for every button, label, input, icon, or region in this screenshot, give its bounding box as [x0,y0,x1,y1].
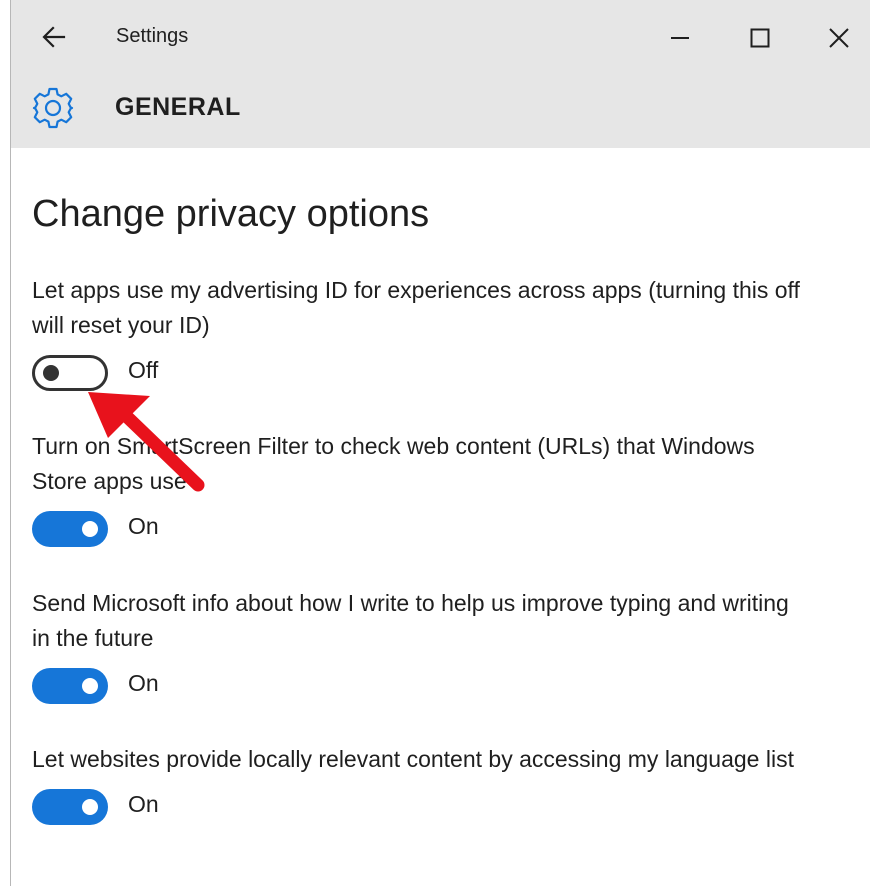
toggle-knob [43,365,59,381]
settings-window: Settings GENERAL Change privacy options … [0,0,870,886]
minimize-button[interactable] [659,18,699,58]
toggle-state-label: On [128,791,159,817]
language-list-toggle[interactable] [32,789,108,825]
advertising-id-toggle[interactable] [32,355,108,391]
setting-label: Send Microsoft info about how I write to… [32,590,789,651]
page-title: Change privacy options [32,193,430,235]
settings-content: Change privacy options Let apps use my a… [0,148,870,886]
section-header: GENERAL [11,74,870,148]
setting-smartscreen: Turn on SmartScreen Filter to check web … [32,429,832,551]
setting-advertising-id: Let apps use my advertising ID for exper… [32,273,832,395]
title-bar: Settings [11,0,870,74]
setting-label: Turn on SmartScreen Filter to check web … [32,433,755,494]
toggle-state-label: On [128,670,159,696]
toggle-row: On [32,511,832,551]
toggle-state-label: On [128,513,159,539]
gear-icon [31,86,75,130]
toggle-row: On [32,668,832,708]
close-icon [829,28,849,48]
maximize-icon [750,28,770,48]
typing-info-toggle[interactable] [32,668,108,704]
setting-label: Let websites provide locally relevant co… [32,746,794,772]
back-button[interactable] [39,22,69,52]
maximize-button[interactable] [740,18,780,58]
toggle-knob [82,799,98,815]
close-button[interactable] [819,18,859,58]
setting-label: Let apps use my advertising ID for exper… [32,277,800,338]
minimize-icon [671,37,689,39]
setting-typing-info: Send Microsoft info about how I write to… [32,586,832,708]
arrow-left-icon [42,26,66,48]
toggle-knob [82,678,98,694]
toggle-knob [82,521,98,537]
setting-language-list: Let websites provide locally relevant co… [32,742,832,829]
toggle-row: On [32,789,832,829]
smartscreen-toggle[interactable] [32,511,108,547]
toggle-state-label: Off [128,357,159,383]
section-title: GENERAL [115,93,241,121]
toggle-row: Off [32,355,832,395]
window-title: Settings [116,25,189,47]
